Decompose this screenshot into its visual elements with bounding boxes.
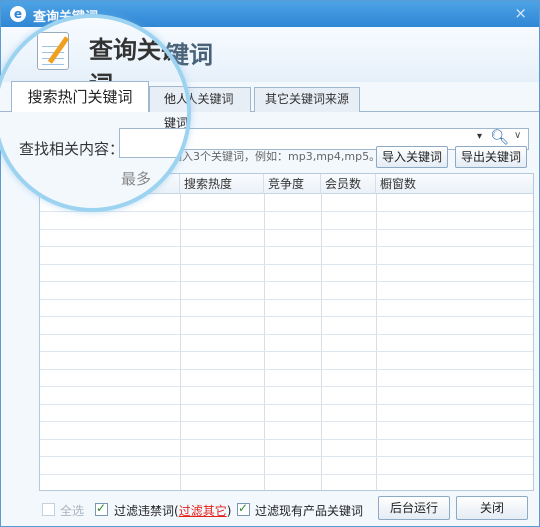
table-row-divider xyxy=(40,228,533,230)
filter-banned-label: 过滤违禁词(过滤其它) xyxy=(114,502,231,519)
table-row-divider xyxy=(40,281,533,282)
column-header-search-heat[interactable]: 搜索热度 xyxy=(180,174,264,194)
magnified-tab-hot-keywords[interactable]: 搜索热门关键词 xyxy=(11,81,149,112)
column-divider xyxy=(180,194,181,490)
table-row-divider xyxy=(40,263,533,265)
table-row-divider xyxy=(40,316,533,317)
table-row-divider xyxy=(40,211,533,212)
table-body xyxy=(40,194,533,490)
close-icon[interactable]: × xyxy=(514,4,527,22)
background-run-button[interactable]: 后台运行 xyxy=(378,496,450,520)
filter-other-link[interactable]: 过滤其它 xyxy=(179,504,227,518)
table-row-divider xyxy=(40,298,533,300)
filter-existing-checkbox[interactable] xyxy=(237,501,250,516)
query-keywords-window: e 查询关键词 × 查询关键词 搜索热门关键词 他人关键词 其它关键词来源 查找… xyxy=(0,0,540,527)
column-divider xyxy=(264,194,265,490)
table-row-divider xyxy=(40,473,533,475)
notepad-pencil-icon xyxy=(37,32,70,70)
export-keywords-button[interactable]: 导出关键词 xyxy=(455,146,527,168)
dropdown-arrow-icon[interactable]: ▾ xyxy=(477,131,482,142)
filter-banned-text: 过滤违禁词( xyxy=(114,504,179,518)
column-divider xyxy=(321,194,322,490)
select-all-label: 全选 xyxy=(60,504,85,518)
column-divider xyxy=(376,194,377,490)
table-row-divider xyxy=(40,386,533,387)
filter-banned-checkbox[interactable] xyxy=(95,501,108,516)
magnified-search-input[interactable] xyxy=(119,128,187,158)
chevron-down-icon[interactable]: ∨ xyxy=(514,130,521,141)
filter-banned-close: ) xyxy=(226,504,232,518)
magnified-max-hint: 最多 xyxy=(121,170,152,188)
table-row-divider xyxy=(40,368,533,370)
close-button[interactable]: 关闭 xyxy=(456,496,528,520)
import-keywords-button[interactable]: 导入关键词 xyxy=(376,146,448,168)
table-row-divider xyxy=(40,403,533,405)
column-header-members[interactable]: 会员数 xyxy=(321,174,376,194)
magnified-search-label: 查找相关内容： xyxy=(19,140,125,158)
search-icon[interactable]: 🔍︎ xyxy=(490,128,509,146)
magnified-tab-others-keywords[interactable]: 他人关键词 xyxy=(149,86,187,130)
column-header-competition[interactable]: 竞争度 xyxy=(264,174,321,194)
table-row-divider xyxy=(40,421,533,422)
table-row-divider xyxy=(40,351,533,352)
footer-bar: 全选 过滤违禁词(过滤其它) 过滤现有产品关键词 后台运行 关闭 xyxy=(1,491,539,527)
keywords-table[interactable]: 搜索热度 竞争度 会员数 橱窗数 xyxy=(39,173,534,491)
magnifier-overlay: 查询关键词 搜索热门关键词 他人关键词 查找相关内容： 最多 xyxy=(0,18,187,208)
input-hint: 输入3个关键词，例如：mp3,mp4,mp5。 xyxy=(171,150,381,163)
filter-existing-label: 过滤现有产品关键词 xyxy=(255,504,364,518)
table-row-divider xyxy=(40,438,533,440)
table-row-divider xyxy=(40,246,533,247)
select-all-checkbox[interactable] xyxy=(42,503,55,516)
magnifier-header: 查询关键词 xyxy=(0,18,187,99)
table-row-divider xyxy=(40,333,533,335)
tab-other-sources[interactable]: 其它关键词来源 xyxy=(254,87,360,112)
table-row-divider xyxy=(40,456,533,457)
column-header-showcase[interactable]: 橱窗数 xyxy=(376,174,533,194)
